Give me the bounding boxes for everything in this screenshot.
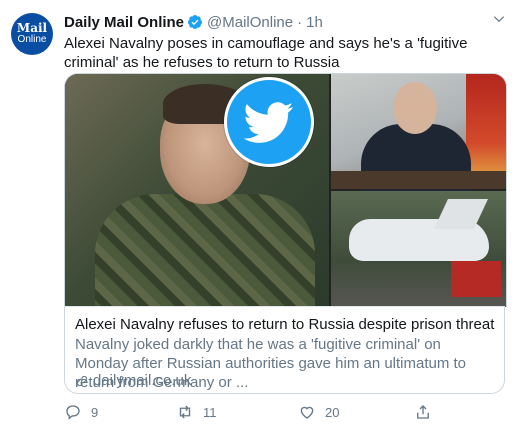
camouflage-jacket: [95, 194, 315, 307]
airplane-tail: [434, 199, 488, 229]
photo-plane[interactable]: [331, 191, 506, 307]
card-domain[interactable]: dailymail.co.uk: [75, 372, 191, 389]
reply-button[interactable]: 9: [64, 403, 98, 421]
author-name[interactable]: Daily Mail Online: [64, 14, 184, 31]
desk: [331, 171, 506, 189]
reply-icon: [66, 405, 80, 420]
share-icon: [417, 405, 429, 419]
card-domain-text: dailymail.co.uk: [93, 372, 192, 389]
timestamp[interactable]: 1h: [306, 14, 323, 31]
retweet-icon: [179, 405, 191, 419]
avatar-text-line2: Online: [17, 34, 47, 45]
retweet-button[interactable]: 11: [176, 403, 217, 421]
avatar-text-line1: Mail: [16, 21, 48, 35]
card-title[interactable]: Alexei Navalny refuses to return to Russ…: [75, 316, 494, 333]
like-icon: [300, 406, 314, 419]
tweet-text: Alexei Navalny poses in camouflage and s…: [64, 35, 468, 71]
link-icon: [76, 375, 88, 386]
like-button[interactable]: 20: [298, 403, 339, 421]
link-card[interactable]: Alexei Navalny refuses to return to Russ…: [64, 306, 505, 394]
watermark-bird-logo: [224, 77, 314, 167]
like-count: 20: [325, 404, 340, 420]
photo-putin[interactable]: [331, 74, 506, 194]
ambulance: [451, 261, 501, 297]
share-button[interactable]: [414, 403, 441, 421]
separator: ·: [297, 13, 303, 31]
tweet-actions: 9 11 20: [64, 403, 484, 425]
head: [393, 82, 437, 134]
retweet-count: 11: [203, 404, 217, 420]
chevron-down-icon[interactable]: [492, 12, 506, 26]
avatar[interactable]: Mail Online: [11, 13, 53, 55]
reply-count: 9: [91, 404, 99, 420]
verified-icon: [187, 14, 203, 30]
tweet[interactable]: Mail Online Daily Mail Online @MailOnlin…: [0, 0, 520, 429]
tweet-header: Daily Mail Online @MailOnline · 1h: [64, 12, 323, 32]
author-handle[interactable]: @MailOnline: [207, 14, 293, 31]
